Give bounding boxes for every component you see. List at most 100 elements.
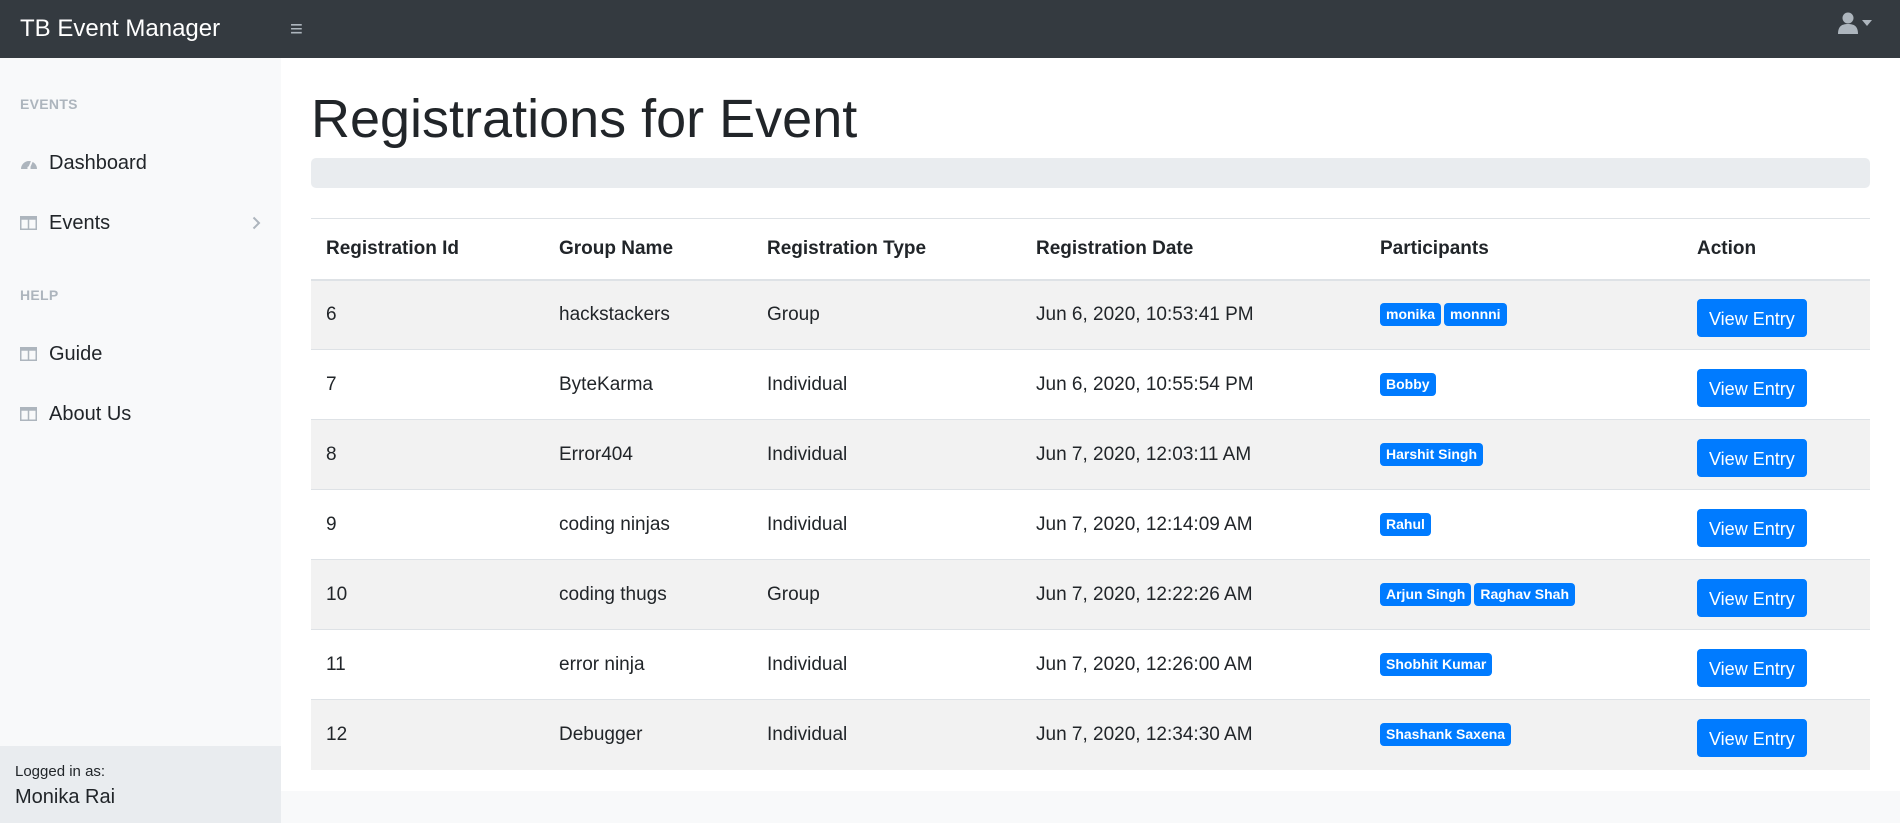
sidebar-item-label: Guide xyxy=(49,342,103,365)
group-name-cell: coding ninjas xyxy=(544,489,752,560)
table-row: 9 coding ninjas Individual Jun 7, 2020, 12:… xyxy=(311,489,1870,560)
registration-type-cell: Group xyxy=(752,559,1021,630)
view-entry-button[interactable]: View Entry xyxy=(1697,718,1807,757)
column-header: Registration Date xyxy=(1021,218,1365,281)
registration-date-cell: Jun 7, 2020, 12:03:11 AM xyxy=(1021,419,1365,490)
registration-type-cell: Individual xyxy=(752,699,1021,770)
sidebar-item-about-us[interactable]: About Us xyxy=(0,392,281,436)
table-header-row: Registration Id Group Name Registration … xyxy=(311,218,1870,281)
sidebar-heading-events: EVENTS xyxy=(20,96,78,112)
table-icon xyxy=(20,406,38,422)
column-header: Registration Type xyxy=(752,218,1021,281)
action-cell: View Entry xyxy=(1682,629,1870,700)
registration-type-cell: Individual xyxy=(752,419,1021,490)
participant-badge: Arjun Singh xyxy=(1380,583,1472,606)
registration-date-cell: Jun 6, 2020, 10:55:54 PM xyxy=(1021,349,1365,420)
logged-in-user: Monika Rai xyxy=(15,786,116,808)
table-row: 12 Debugger Individual Jun 7, 2020, 12:34:3… xyxy=(311,699,1870,770)
registration-date-cell: Jun 7, 2020, 12:22:26 AM xyxy=(1021,559,1365,630)
participant-badge: Rahul xyxy=(1380,513,1431,536)
sidebar: EVENTS Dashboard Events HELP Guide About… xyxy=(0,58,281,823)
dashboard-icon xyxy=(20,155,38,171)
main-content: Registrations for Event Registration Id … xyxy=(281,58,1900,791)
action-cell: View Entry xyxy=(1682,419,1870,490)
registration-id-cell: 7 xyxy=(311,349,544,420)
column-header: Registration Id xyxy=(311,218,544,281)
table-row: 10 coding thugs Group Jun 7, 2020, 12:22:26… xyxy=(311,559,1870,630)
registration-id-cell: 10 xyxy=(311,559,544,630)
group-name-cell: Error404 xyxy=(544,419,752,490)
group-name-cell: Debugger xyxy=(544,699,752,770)
registration-id-cell: 8 xyxy=(311,419,544,490)
registration-type-cell: Individual xyxy=(752,629,1021,700)
view-entry-button[interactable]: View Entry xyxy=(1697,578,1807,617)
registration-date-cell: Jun 7, 2020, 12:34:30 AM xyxy=(1021,699,1365,770)
sidebar-item-guide[interactable]: Guide xyxy=(0,332,281,376)
participant-badge: Raghav Shah xyxy=(1474,583,1576,606)
group-name-cell: hackstackers xyxy=(544,279,752,350)
registration-id-cell: 12 xyxy=(311,699,544,770)
group-name-cell: coding thugs xyxy=(544,559,752,630)
participants-cell: monika monnni xyxy=(1365,279,1682,350)
participant-badge: Shobhit Kumar xyxy=(1380,653,1493,676)
group-name-cell: error ninja xyxy=(544,629,752,700)
registration-date-cell: Jun 7, 2020, 12:26:00 AM xyxy=(1021,629,1365,700)
logged-in-panel: Logged in as: Monika Rai xyxy=(0,746,281,823)
group-name-cell: ByteKarma xyxy=(544,349,752,420)
registration-id-cell: 11 xyxy=(311,629,544,700)
registration-type-cell: Individual xyxy=(752,349,1021,420)
sidebar-heading-help: HELP xyxy=(20,287,59,303)
sidebar-item-label: About Us xyxy=(49,402,132,425)
table-row: 6 hackstackers Group Jun 6, 2020, 10:53:41 … xyxy=(311,279,1870,350)
sidebar-item-events[interactable]: Events xyxy=(0,201,281,245)
action-cell: View Entry xyxy=(1682,699,1870,770)
participants-cell: Shobhit Kumar xyxy=(1365,629,1682,700)
top-navbar: TB Event Manager ≡ xyxy=(0,0,1900,58)
participant-badge: Bobby xyxy=(1380,373,1436,396)
logged-in-caption: Logged in as: xyxy=(15,763,106,780)
participants-cell: Arjun Singh Raghav Shah xyxy=(1365,559,1682,630)
action-cell: View Entry xyxy=(1682,489,1870,560)
participants-cell: Harshit Singh xyxy=(1365,419,1682,490)
participants-cell: Bobby xyxy=(1365,349,1682,420)
view-entry-button[interactable]: View Entry xyxy=(1697,368,1807,407)
registration-type-cell: Group xyxy=(752,279,1021,350)
table-row: 8 Error404 Individual Jun 7, 2020, 12:03:11… xyxy=(311,419,1870,490)
page-title: Registrations for Event xyxy=(311,89,858,149)
column-header: Group Name xyxy=(544,218,752,281)
view-entry-button[interactable]: View Entry xyxy=(1697,508,1807,547)
column-header: Participants xyxy=(1365,218,1682,281)
action-cell: View Entry xyxy=(1682,279,1870,350)
column-header: Action xyxy=(1682,218,1870,281)
chevron-right-icon xyxy=(252,213,261,236)
chevron-down-icon xyxy=(1862,20,1872,26)
participant-badge: monika xyxy=(1380,303,1442,327)
registrations-table: Registration Id Group Name Registration … xyxy=(311,218,1870,770)
user-icon xyxy=(1838,12,1858,34)
registration-type-cell: Individual xyxy=(752,489,1021,560)
table-row: 7 ByteKarma Individual Jun 6, 2020, 10:55:5… xyxy=(311,349,1870,420)
action-cell: View Entry xyxy=(1682,559,1870,630)
user-menu[interactable] xyxy=(1838,12,1872,34)
action-cell: View Entry xyxy=(1682,349,1870,420)
brand-title[interactable]: TB Event Manager xyxy=(0,15,280,43)
registration-id-cell: 9 xyxy=(311,489,544,560)
participants-cell: Rahul xyxy=(1365,489,1682,560)
view-entry-button[interactable]: View Entry xyxy=(1697,298,1807,337)
registration-date-cell: Jun 7, 2020, 12:14:09 AM xyxy=(1021,489,1365,560)
view-entry-button[interactable]: View Entry xyxy=(1697,648,1807,687)
registration-id-cell: 6 xyxy=(311,279,544,350)
breadcrumb xyxy=(311,158,1870,188)
participant-badge: Harshit Singh xyxy=(1380,443,1484,466)
sidebar-item-label: Events xyxy=(49,211,111,234)
table-icon xyxy=(20,215,38,231)
participant-badge: monnni xyxy=(1444,303,1507,327)
view-entry-button[interactable]: View Entry xyxy=(1697,438,1807,477)
sidebar-item-label: Dashboard xyxy=(49,151,147,174)
table-row: 11 error ninja Individual Jun 7, 2020, 12:2… xyxy=(311,629,1870,700)
hamburger-icon[interactable]: ≡ xyxy=(290,18,303,40)
participant-badge: Shashank Saxena xyxy=(1380,723,1512,747)
table-icon xyxy=(20,346,38,362)
sidebar-item-dashboard[interactable]: Dashboard xyxy=(0,141,281,185)
registration-date-cell: Jun 6, 2020, 10:53:41 PM xyxy=(1021,279,1365,350)
